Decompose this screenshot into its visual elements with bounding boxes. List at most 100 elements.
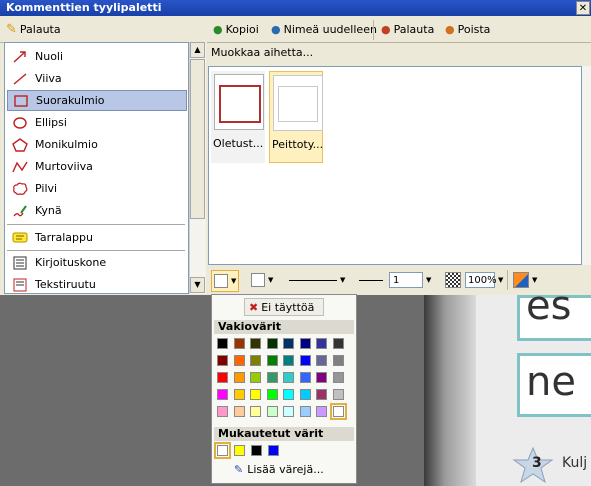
textbox-icon (11, 277, 29, 293)
style-gallery-scrollbar[interactable] (582, 66, 591, 265)
color-swatch[interactable] (299, 372, 311, 383)
color-swatch[interactable] (250, 389, 261, 400)
opacity-input[interactable]: 100% (465, 272, 497, 288)
no-fill-button[interactable]: ✖ Ei täyttöä (244, 298, 324, 316)
style-preview (278, 86, 318, 122)
restore-style-button[interactable]: ● Palauta (381, 19, 434, 39)
tool-item-typewriter[interactable]: Kirjoituskone (7, 252, 187, 273)
border-color-picker[interactable]: ▼ (251, 270, 273, 290)
copy-button[interactable]: ● Kopioi (213, 19, 259, 39)
color-swatch[interactable] (266, 355, 278, 366)
color-swatch[interactable] (233, 372, 245, 383)
tool-list-scrollbar[interactable]: ▲ ▼ (189, 42, 206, 294)
color-swatch[interactable] (266, 389, 278, 400)
color-swatch[interactable] (283, 338, 294, 349)
opacity-picker[interactable]: 100% ▼ (465, 270, 503, 290)
color-swatch[interactable] (266, 406, 278, 417)
tool-item-pencil[interactable]: Kynä (7, 200, 187, 221)
color-swatch[interactable] (283, 406, 294, 417)
color-swatch[interactable] (283, 389, 294, 400)
tool-item-label: Nuoli (35, 50, 64, 63)
scroll-down-button[interactable]: ▼ (190, 277, 205, 293)
edit-theme-link[interactable]: Muokkaa aihetta... (211, 46, 313, 59)
sticky-note-icon (11, 230, 29, 246)
color-swatch[interactable] (316, 372, 327, 383)
tool-item-sticky-note[interactable]: Tarralappu (7, 227, 187, 248)
copy-icon: ● (213, 22, 223, 36)
color-swatch[interactable] (250, 372, 261, 383)
color-swatch[interactable] (233, 406, 245, 417)
arrow-icon (11, 49, 29, 65)
color-swatch[interactable] (217, 338, 228, 349)
scroll-up-button[interactable]: ▲ (190, 42, 205, 58)
line-width-input[interactable]: 1 (389, 272, 423, 288)
scroll-thumb[interactable] (190, 59, 205, 219)
window-title[interactable]: Kommenttien tyylipaletti (0, 0, 591, 16)
custom-color-swatch[interactable] (234, 445, 245, 456)
color-swatch[interactable] (299, 338, 311, 349)
color-swatch[interactable] (299, 389, 311, 400)
restore-style-icon: ● (381, 22, 391, 36)
color-swatch[interactable] (329, 403, 347, 420)
color-swatch[interactable] (332, 389, 344, 400)
color-swatch[interactable] (283, 372, 294, 383)
color-swatch[interactable] (217, 406, 228, 417)
fill-color-picker[interactable]: ▼ (211, 270, 240, 292)
color-swatch[interactable] (316, 406, 327, 417)
color-swatch[interactable] (316, 355, 327, 366)
fill-color-dropdown: ✖ Ei täyttöä Vakiovärit Mukautetut värit… (211, 294, 357, 484)
custom-color-swatch[interactable] (214, 442, 231, 459)
color-swatch[interactable] (266, 372, 278, 383)
tool-list: Nuoli Viiva Suorakulmio Ellipsi Monikulmio Mu… (4, 42, 189, 294)
tool-item-ellipse[interactable]: Ellipsi (7, 112, 187, 133)
style-tile-default[interactable]: Oletust... (211, 71, 265, 163)
palette-icon: ✎ (234, 463, 244, 476)
tool-item-textbox[interactable]: Tekstiruutu (7, 274, 187, 293)
color-swatch[interactable] (332, 338, 344, 349)
color-swatch[interactable] (266, 338, 278, 349)
style-color-picker[interactable]: ▼ (513, 270, 537, 290)
restore-tools-button[interactable]: ✎ Palauta (6, 19, 61, 39)
color-swatch[interactable] (299, 355, 311, 366)
color-swatch[interactable] (316, 338, 327, 349)
tool-item-cloud[interactable]: Pilvi (7, 178, 187, 199)
color-swatch[interactable] (233, 338, 245, 349)
rename-button[interactable]: ● Nimeä uudelleen (271, 19, 377, 39)
polygon-icon (11, 137, 29, 153)
color-swatch[interactable] (299, 406, 311, 417)
line-width-preview (359, 279, 383, 281)
style-tile-highlight[interactable]: Peittoty... (269, 71, 323, 163)
fill-swatch (214, 274, 228, 288)
tool-item-arrow[interactable]: Nuoli (7, 46, 187, 67)
color-swatch[interactable] (217, 355, 228, 366)
color-swatch[interactable] (250, 406, 261, 417)
color-swatch[interactable] (250, 338, 261, 349)
color-swatch[interactable] (233, 355, 245, 366)
color-swatch[interactable] (233, 389, 245, 400)
style-toolbar: ● Kopioi ● Nimeä uudelleen ● Palauta ● P… (207, 17, 591, 43)
color-swatch[interactable] (332, 355, 344, 366)
color-swatch[interactable] (250, 355, 261, 366)
tool-item-line[interactable]: Viiva (7, 68, 187, 89)
color-swatch[interactable] (332, 372, 344, 383)
more-colors-button[interactable]: ✎ Lisää värejä... (234, 463, 324, 476)
close-button[interactable]: ✕ (576, 1, 590, 15)
list-separator (7, 224, 185, 225)
tool-item-polygon[interactable]: Monikulmio (7, 134, 187, 155)
step-number: 3 (532, 455, 542, 471)
line-width-picker[interactable]: 1 ▼ (359, 270, 431, 290)
tool-item-rectangle[interactable]: Suorakulmio (7, 90, 187, 111)
color-swatch[interactable] (283, 355, 294, 366)
color-swatch[interactable] (316, 389, 327, 400)
custom-color-swatch[interactable] (251, 445, 262, 456)
custom-color-swatch[interactable] (268, 445, 279, 456)
color-swatch[interactable] (217, 389, 228, 400)
line-style-picker[interactable]: ▼ (289, 270, 345, 290)
color-swatch[interactable] (217, 372, 228, 383)
tool-item-label: Murtoviiva (35, 160, 93, 173)
no-fill-icon: ✖ (249, 300, 259, 314)
delete-button[interactable]: ● Poista (445, 19, 490, 39)
cloud-icon (11, 181, 29, 197)
tool-item-label: Kynä (35, 204, 62, 217)
tool-item-polyline[interactable]: Murtoviiva (7, 156, 187, 177)
